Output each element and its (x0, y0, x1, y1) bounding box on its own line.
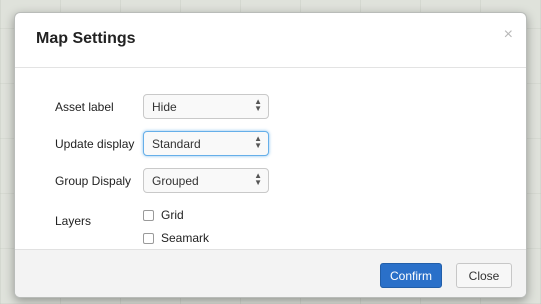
select-arrows-icon: ▲ ▼ (254, 171, 262, 187)
confirm-button[interactable]: Confirm (380, 263, 442, 288)
update-display-value: Standard (152, 137, 201, 151)
grid-label: Grid (161, 208, 184, 222)
asset-label-row: Asset label Hide ▲ ▼ (15, 94, 526, 120)
select-arrows-icon: ▲ ▼ (254, 134, 262, 150)
group-display-select[interactable]: Grouped ▲ ▼ (143, 168, 269, 193)
update-display-label: Update display (55, 137, 135, 151)
close-button[interactable]: Close (456, 263, 512, 288)
seamark-label: Seamark (161, 231, 210, 245)
select-arrows-icon: ▲ ▼ (254, 97, 262, 113)
map-settings-dialog: Map Settings × Asset label Hide ▲ ▼ Updat… (14, 12, 527, 298)
asset-label-select[interactable]: Hide ▲ ▼ (143, 94, 269, 119)
asset-label-value: Hide (152, 100, 177, 114)
dialog-footer: Confirm Close (15, 249, 526, 297)
layers-label: Layers (55, 214, 92, 228)
update-display-select[interactable]: Standard ▲ ▼ (143, 131, 269, 156)
group-display-value: Grouped (152, 174, 199, 188)
dialog-header: Map Settings × (15, 13, 526, 68)
grid-checkbox[interactable] (143, 210, 154, 221)
update-display-row: Update display Standard ▲ ▼ (15, 131, 526, 157)
dialog-body: Asset label Hide ▲ ▼ Update display Stand… (15, 68, 526, 249)
group-display-row: Group Dispaly Grouped ▲ ▼ (15, 168, 526, 194)
group-display-label: Group Dispaly (55, 174, 132, 188)
asset-label-label: Asset label (55, 100, 114, 114)
close-icon[interactable]: × (504, 27, 513, 43)
seamark-checkbox[interactable] (143, 233, 154, 244)
dialog-title: Map Settings (36, 30, 136, 47)
